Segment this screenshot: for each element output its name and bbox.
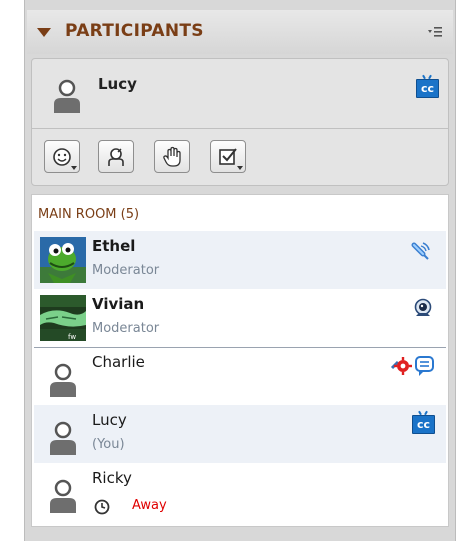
- current-user-name: Lucy: [98, 75, 137, 93]
- row-separator: [34, 347, 446, 348]
- default-avatar-icon: [48, 363, 78, 397]
- participant-role: Moderator: [92, 263, 160, 278]
- feedback-button[interactable]: [210, 140, 246, 173]
- default-avatar-icon: [48, 421, 78, 455]
- participant-role: Moderator: [92, 321, 160, 336]
- participant-name: Ricky: [92, 469, 132, 487]
- closed-caption-icon[interactable]: cc: [412, 415, 435, 434]
- gear-icon[interactable]: [390, 356, 412, 380]
- chat-icon[interactable]: [414, 355, 436, 381]
- participant-row-lucy[interactable]: Lucy (You) cc: [34, 405, 446, 463]
- panel-footer: [31, 527, 449, 541]
- panel-header[interactable]: PARTICIPANTS: [27, 10, 453, 54]
- participant-name: Charlie: [92, 353, 145, 371]
- step-away-icon: [108, 148, 124, 166]
- svg-text:fw: fw: [68, 333, 76, 341]
- smiley-icon: [53, 148, 71, 166]
- set-status-button[interactable]: [44, 140, 80, 173]
- dropdown-arrow-icon: [71, 166, 77, 170]
- default-avatar-icon: [48, 479, 78, 513]
- participant-name: Lucy: [92, 411, 127, 429]
- checkbox-icon: [219, 148, 237, 165]
- raise-hand-button[interactable]: [154, 140, 190, 173]
- participant-role: (You): [92, 437, 125, 452]
- room-label: MAIN ROOM (5): [38, 207, 140, 222]
- microphone-icon[interactable]: [410, 239, 432, 265]
- panel-title: PARTICIPANTS: [65, 21, 204, 41]
- participant-list: MAIN ROOM (5) Ethel Moderator fw Vivian …: [31, 194, 449, 527]
- current-user-card: Lucy cc: [31, 58, 449, 128]
- participants-panel: PARTICIPANTS Lucy cc MAIN ROOM (5) Ethel…: [24, 0, 456, 541]
- away-button[interactable]: [98, 140, 134, 173]
- dropdown-arrow-icon: [237, 166, 243, 170]
- clock-icon: [94, 499, 110, 519]
- participant-row-ethel[interactable]: Ethel Moderator: [34, 231, 446, 289]
- participant-row-charlie[interactable]: Charlie: [34, 347, 446, 405]
- hand-icon: [163, 146, 181, 167]
- participant-photo-ethel: [40, 237, 86, 283]
- closed-caption-icon[interactable]: cc: [416, 79, 439, 98]
- webcam-icon[interactable]: [412, 297, 434, 323]
- default-avatar-icon: [52, 79, 82, 113]
- collapse-triangle-icon[interactable]: [37, 28, 51, 37]
- participant-name: Vivian: [92, 295, 145, 313]
- away-status-text: Away: [132, 498, 167, 513]
- panel-options-icon[interactable]: [427, 26, 443, 44]
- participant-row-vivian[interactable]: fw Vivian Moderator: [34, 289, 446, 347]
- participant-photo-vivian: fw: [40, 295, 86, 341]
- status-toolbar: [31, 128, 449, 186]
- participant-row-ricky[interactable]: Ricky Away: [34, 463, 446, 521]
- participant-name: Ethel: [92, 237, 136, 255]
